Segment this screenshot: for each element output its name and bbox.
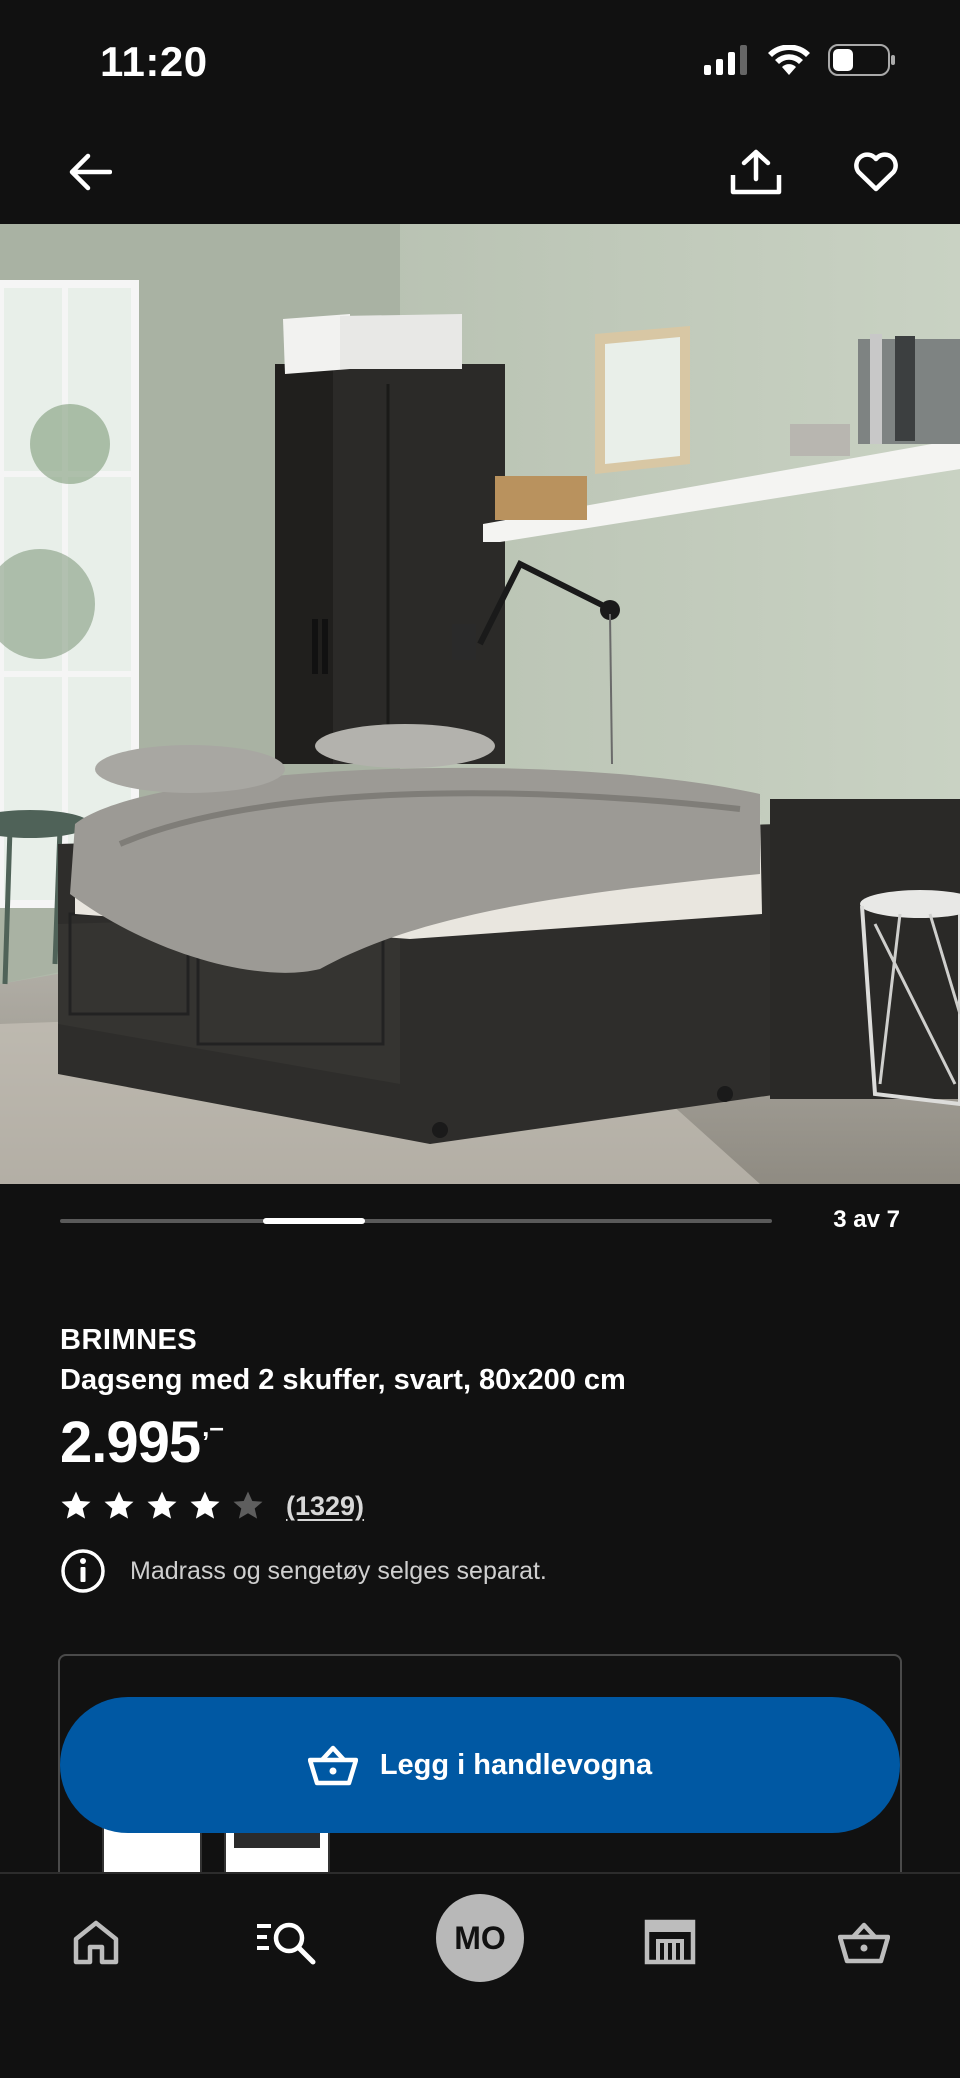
star-filled-icon — [190, 1491, 220, 1519]
notice-text: Madrass og sengetøy selges separat. — [130, 1556, 547, 1585]
store-icon — [644, 1919, 696, 1965]
home-icon — [73, 1920, 119, 1965]
heart-icon — [854, 152, 898, 192]
status-time: 11:20 — [100, 38, 208, 85]
tab-home[interactable] — [56, 1902, 136, 1982]
star-filled-icon — [147, 1491, 177, 1519]
product-brand: BRIMNES — [60, 1324, 198, 1356]
add-to-cart-button[interactable]: Legg i handlevogna — [60, 1697, 900, 1833]
product-notice: Madrass og sengetøy selges separat. — [60, 1548, 547, 1594]
product-image[interactable] — [0, 224, 960, 1184]
star-filled-icon — [61, 1491, 91, 1519]
rating-stars — [60, 1490, 264, 1522]
price-suffix: ,– — [202, 1412, 224, 1442]
carousel-progress-thumb — [263, 1218, 366, 1224]
carousel-counter: 3 av 7 — [833, 1206, 900, 1233]
share-icon — [730, 149, 782, 195]
tab-cart[interactable] — [824, 1902, 904, 1982]
signal-icon — [704, 45, 750, 80]
back-button[interactable] — [62, 144, 118, 200]
product-price: 2.995 ,– — [60, 1410, 224, 1476]
status-bar: 11:20 — [0, 0, 960, 130]
price-value: 2.995 — [60, 1410, 201, 1475]
carousel-progress-track — [60, 1218, 772, 1224]
status-icons — [704, 44, 896, 81]
search-icon — [257, 1922, 316, 1965]
info-icon — [61, 1549, 105, 1593]
star-empty-icon — [233, 1491, 263, 1519]
product-description: Dagseng med 2 skuffer, svart, 80x200 cm — [60, 1364, 626, 1396]
image-carousel-indicator: 3 av 7 — [60, 1200, 900, 1244]
review-count-link[interactable]: (1329) — [286, 1491, 364, 1522]
product-rating[interactable]: (1329) — [60, 1490, 364, 1522]
basket-icon — [307, 1745, 358, 1786]
battery-icon — [828, 44, 896, 81]
tab-stores[interactable] — [630, 1902, 710, 1982]
basket-icon — [838, 1922, 890, 1964]
share-button[interactable] — [726, 142, 786, 202]
favourite-button[interactable] — [846, 142, 906, 202]
tab-search[interactable] — [246, 1902, 326, 1982]
top-navigation — [0, 130, 960, 224]
back-arrow-icon — [69, 153, 112, 191]
bottom-tab-bar: MO — [0, 1872, 960, 2078]
wifi-icon — [768, 44, 810, 80]
profile-avatar[interactable]: MO — [436, 1894, 524, 1982]
star-filled-icon — [104, 1491, 134, 1519]
add-to-cart-label: Legg i handlevogna — [379, 1748, 653, 1781]
